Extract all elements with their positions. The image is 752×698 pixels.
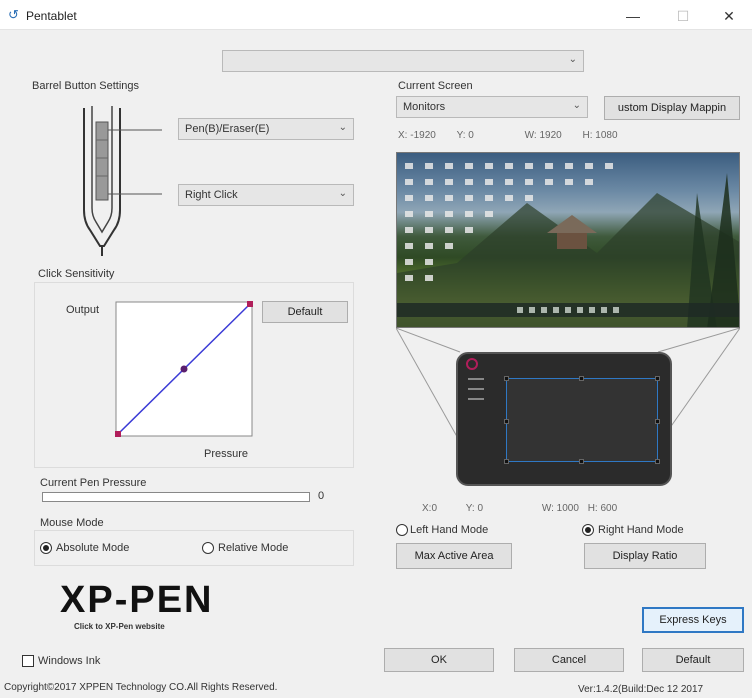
max-active-area-button[interactable]: Max Active Area [396,543,512,569]
chevron-down-icon: ⌄ [572,100,581,111]
tablet-x-value: 0 [431,503,438,514]
default-button[interactable]: Default [642,648,744,672]
maximize-button[interactable]: ☐ [660,4,706,28]
website-link[interactable]: Click to XP-Pen website [74,622,165,631]
express-keys-button[interactable]: Express Keys [642,607,744,633]
screen-preview[interactable] [396,152,740,328]
upper-button-select[interactable]: Pen(B)/Eraser(E) ⌄ [178,118,354,140]
chevron-down-icon: ⌄ [338,188,347,199]
tablet-coords: X:0 Y: 0 W: 1000 H: 600 [422,503,618,514]
pen-pressure-value: 0 [318,490,325,502]
left-hand-radio[interactable] [396,524,408,536]
active-area[interactable] [504,376,660,464]
display-ratio-button[interactable]: Display Ratio [584,543,706,569]
relative-mode-radio[interactable] [202,542,214,554]
copyright-text: Copyright©2017 XPPEN Technology CO.All R… [4,682,278,693]
output-axis-label: Output [66,304,100,316]
chevron-down-icon: ⌄ [568,54,577,65]
barrel-settings-title: Barrel Button Settings [32,80,140,92]
windows-ink-checkbox[interactable] [22,655,34,667]
screen-coords: X: -1920 Y: 0 W: 1920 H: 1080 [398,130,618,141]
ok-button[interactable]: OK [384,648,494,672]
curve-start-point[interactable] [115,431,121,437]
cancel-button[interactable]: Cancel [514,648,624,672]
device-select[interactable]: ⌄ [222,50,584,72]
tablet-y-value: 0 [477,503,484,514]
express-key-2 [468,388,484,390]
pen-illustration [83,106,162,256]
screen-h-value: 1080 [595,130,618,141]
curve-control-point[interactable] [180,365,188,373]
windows-ink-label: Windows Ink [38,655,101,667]
current-screen-title: Current Screen [398,80,473,92]
screen-w-value: 1920 [539,130,562,141]
lower-button-select[interactable]: Right Click ⌄ [178,184,354,206]
desktop-wallpaper [397,163,739,327]
express-key-3 [468,398,484,400]
pressure-axis-label: Pressure [204,448,249,460]
curve-end-point[interactable] [247,301,253,307]
left-hand-label: Left Hand Mode [410,524,489,536]
app-icon: ↺ [8,7,19,22]
express-key-1 [468,378,484,380]
pen-pressure-bar [42,492,310,502]
sensitivity-default-button[interactable]: Default [262,301,348,323]
tablet-w-value: 1000 [556,503,579,514]
pen-pressure-label: Current Pen Pressure [40,477,147,489]
window-title: Pentablet [26,9,77,23]
mouse-mode-title: Mouse Mode [40,517,104,529]
monitor-select[interactable]: Monitors ⌄ [396,96,588,118]
screen-x-value: -1920 [410,130,436,141]
absolute-mode-radio[interactable] [40,542,52,554]
minimize-button[interactable]: — [610,4,656,28]
tablet-h-value: 600 [600,503,618,514]
relative-mode-label: Relative Mode [218,542,289,554]
title-bar: ↺ Pentablet — ☐ ✕ [0,0,752,30]
custom-display-mapping-button[interactable]: ustom Display Mappin [604,96,740,120]
close-button[interactable]: ✕ [706,4,752,28]
pressure-curve[interactable] [114,300,256,442]
xppen-logo[interactable]: XP-PEN [60,580,213,620]
click-sensitivity-title: Click Sensitivity [38,268,115,280]
absolute-mode-label: Absolute Mode [56,542,130,554]
tablet-preview [456,352,672,486]
version-text: Ver:1.4.2(Build:Dec 12 2017 [578,684,704,695]
screen-y-value: 0 [468,130,474,141]
chevron-down-icon: ⌄ [338,122,347,133]
tablet-origin-marker[interactable] [466,358,478,370]
right-hand-label: Right Hand Mode [598,524,684,536]
right-hand-radio[interactable] [582,524,594,536]
